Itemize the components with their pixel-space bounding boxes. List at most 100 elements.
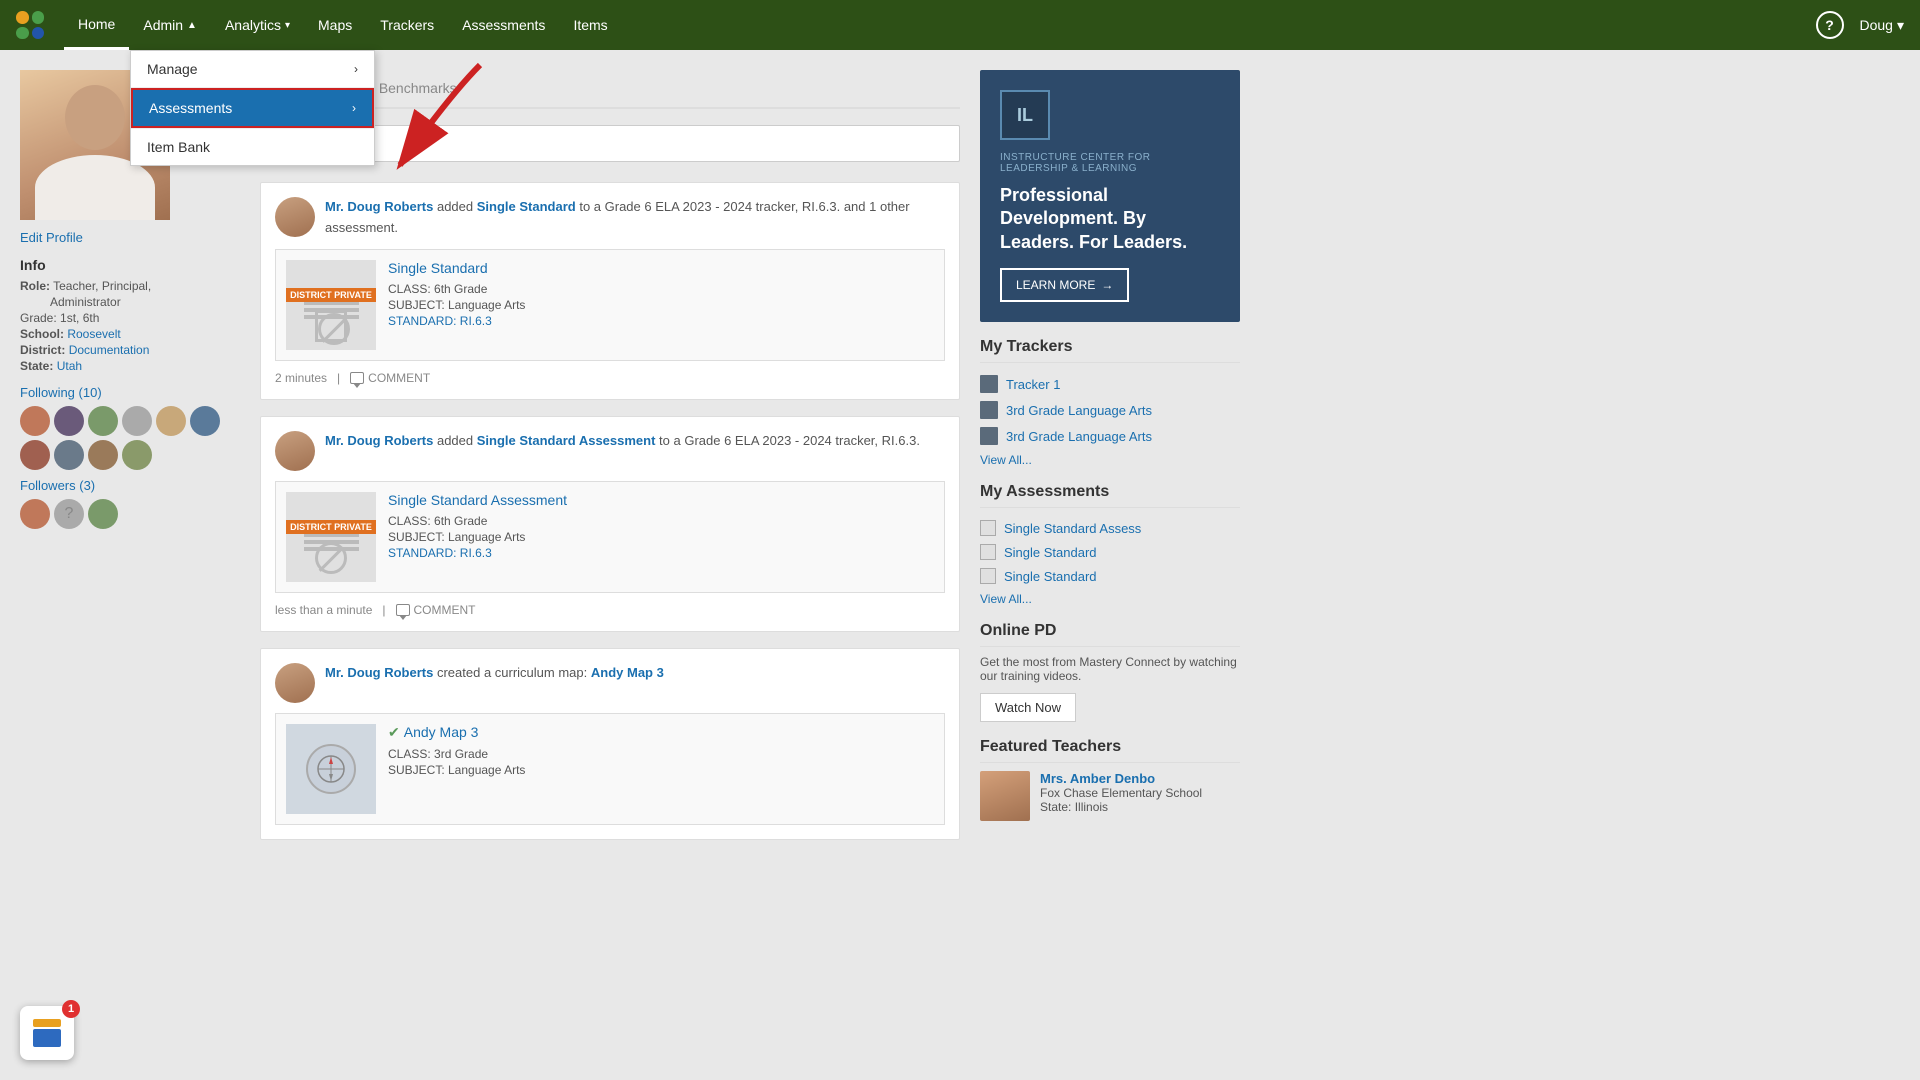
feed-user-3[interactable]: Mr. Doug Roberts	[325, 665, 433, 680]
content-card-info-2: Single Standard Assessment CLASS: 6th Gr…	[388, 492, 567, 582]
feed-avatar	[275, 197, 315, 237]
help-button[interactable]: ?	[1816, 11, 1844, 39]
content-card-img-2: DISTRICT PRIVATE	[286, 492, 376, 582]
feed-item-text-2: Mr. Doug Roberts added Single Standard A…	[325, 431, 920, 471]
assessments-view-all-link[interactable]: View All...	[980, 592, 1240, 606]
featured-teachers-title: Featured Teachers	[980, 738, 1240, 763]
comment-button-2[interactable]: COMMENT	[396, 603, 476, 617]
district-link[interactable]: Documentation	[69, 343, 150, 357]
nav-item-home[interactable]: Home	[64, 0, 129, 50]
tab-benchmarks[interactable]: Benchmarks	[363, 70, 473, 107]
featured-avatar	[980, 771, 1030, 821]
assessment-item-2[interactable]: Single Standard	[980, 540, 1240, 564]
feed-user-1[interactable]: Mr. Doug Roberts	[325, 199, 433, 214]
content-card-title-3[interactable]: Andy Map 3	[404, 724, 479, 740]
followers-avatars: ?	[20, 499, 240, 529]
info-role: Role: Teacher, Principal,	[20, 279, 240, 293]
comment-icon	[350, 372, 364, 384]
dropdown-item-manage[interactable]: Manage ›	[131, 51, 374, 88]
feed-item-type-3[interactable]: Andy Map 3	[591, 665, 664, 680]
avatar	[20, 440, 50, 470]
following-link[interactable]: Following (10)	[20, 385, 240, 400]
watch-now-button[interactable]: Watch Now	[980, 693, 1076, 722]
avatar	[156, 406, 186, 436]
nav-logo[interactable]	[16, 11, 44, 39]
dropdown-menu: Manage › Assessments › Item Bank	[130, 50, 375, 166]
ad-logo-text: IL	[1017, 105, 1033, 126]
nav-item-analytics[interactable]: Analytics ▾	[211, 0, 304, 50]
feed-content-card-3: ✔ Andy Map 3 CLASS: 3rd Grade SUBJECT: L…	[275, 713, 945, 825]
online-pd-text: Get the most from Mastery Connect by wat…	[980, 655, 1240, 683]
trackers-view-all-link[interactable]: View All...	[980, 453, 1240, 467]
dropdown-item-assessments[interactable]: Assessments ›	[131, 88, 374, 128]
following-section: Following (10)	[20, 385, 240, 470]
feed-content-card-1: DISTRICT PRIVATE Single Standard CLASS	[275, 249, 945, 361]
tracker-item-3[interactable]: 3rd Grade Language Arts	[980, 423, 1240, 449]
feed-avatar-2	[275, 431, 315, 471]
comment-button-1[interactable]: COMMENT	[350, 371, 430, 385]
content-card-img-1: DISTRICT PRIVATE	[286, 260, 376, 350]
content-card-img-3	[286, 724, 376, 814]
user-menu[interactable]: Doug ▾	[1860, 17, 1905, 34]
manage-arrow-icon: ›	[354, 62, 358, 76]
edit-profile-link[interactable]: Edit Profile	[20, 230, 240, 245]
school-link[interactable]: Roosevelt	[67, 327, 120, 341]
avatar	[20, 406, 50, 436]
nav-item-trackers[interactable]: Trackers	[366, 0, 448, 50]
feed-item-type-1[interactable]: Single Standard	[477, 199, 576, 214]
avatar	[122, 406, 152, 436]
assessment-icon-2	[980, 544, 996, 560]
tracker-item-1[interactable]: Tracker 1	[980, 371, 1240, 397]
feed-item-footer-2: less than a minute | COMMENT	[275, 603, 945, 617]
assessment-item-1[interactable]: Single Standard Assess	[980, 516, 1240, 540]
right-sidebar: IL INSTRUCTURE CENTER FOR LEADERSHIP & L…	[980, 70, 1240, 1060]
feed-item-type-2[interactable]: Single Standard Assessment	[477, 433, 656, 448]
content-card-title-1[interactable]: Single Standard	[388, 260, 525, 276]
followers-section: Followers (3) ?	[20, 478, 240, 529]
tracker-item-2[interactable]: 3rd Grade Language Arts	[980, 397, 1240, 423]
featured-info: Mrs. Amber Denbo Fox Chase Elementary Sc…	[1040, 771, 1202, 814]
feed-item-text: Mr. Doug Roberts added Single Standard t…	[325, 197, 945, 239]
feed-item-to-2: to a Grade 6 ELA 2023 - 2024 tracker, RI…	[659, 433, 920, 448]
info-section: Info Role: Teacher, Principal, Administr…	[20, 257, 240, 373]
state-link[interactable]: Utah	[57, 359, 82, 373]
comment-icon-2	[396, 604, 410, 616]
content-card-title-2[interactable]: Single Standard Assessment	[388, 492, 567, 508]
nav-item-assessments[interactable]: Assessments	[448, 0, 559, 50]
tracker-icon-2	[980, 401, 998, 419]
info-title: Info	[20, 257, 240, 273]
online-pd-title: Online PD	[980, 622, 1240, 647]
feed-item: Mr. Doug Roberts added Single Standard t…	[260, 182, 960, 400]
following-avatars	[20, 406, 240, 470]
assessment-item-3[interactable]: Single Standard	[980, 564, 1240, 588]
avatar	[88, 440, 118, 470]
avatar	[20, 499, 50, 529]
content-card-info-1: Single Standard CLASS: 6th Grade SUBJECT…	[388, 260, 525, 350]
ad-learn-more-button[interactable]: LEARN MORE →	[1000, 268, 1129, 302]
left-sidebar: Edit Profile Info Role: Teacher, Princip…	[20, 70, 240, 1060]
featured-teacher: Mrs. Amber Denbo Fox Chase Elementary Sc…	[980, 771, 1240, 821]
feed-user-2[interactable]: Mr. Doug Roberts	[325, 433, 433, 448]
avatar	[88, 406, 118, 436]
feed-item-text-3: Mr. Doug Roberts created a curriculum ma…	[325, 663, 664, 703]
info-district: District: Documentation	[20, 343, 240, 357]
assessments-section-title: My Assessments	[980, 483, 1240, 508]
admin-arrow-icon: ▲	[187, 20, 197, 31]
nav-item-maps[interactable]: Maps	[304, 0, 366, 50]
bottom-left-widget[interactable]: 1	[20, 1006, 74, 1060]
followers-link[interactable]: Followers (3)	[20, 478, 240, 493]
dropdown-item-item-bank[interactable]: Item Bank	[131, 128, 374, 165]
trackers-section-title: My Trackers	[980, 338, 1240, 363]
tracker-icon-3	[980, 427, 998, 445]
avatar: ?	[54, 499, 84, 529]
feed-avatar-3	[275, 663, 315, 703]
info-state: State: Utah	[20, 359, 240, 373]
featured-teacher-name[interactable]: Mrs. Amber Denbo	[1040, 771, 1202, 786]
feed-content-card-2: DISTRICT PRIVATE Single Standard Assessm…	[275, 481, 945, 593]
user-name: Doug	[1860, 17, 1893, 33]
nav-item-items[interactable]: Items	[559, 0, 621, 50]
nav-item-admin[interactable]: Admin ▲	[129, 0, 211, 50]
info-grade: Grade: 1st, 6th	[20, 311, 240, 325]
news-feed: News Feed Benchmarks Mr. Doug Roberts ad…	[260, 70, 960, 1060]
assessment-icon-3	[980, 568, 996, 584]
